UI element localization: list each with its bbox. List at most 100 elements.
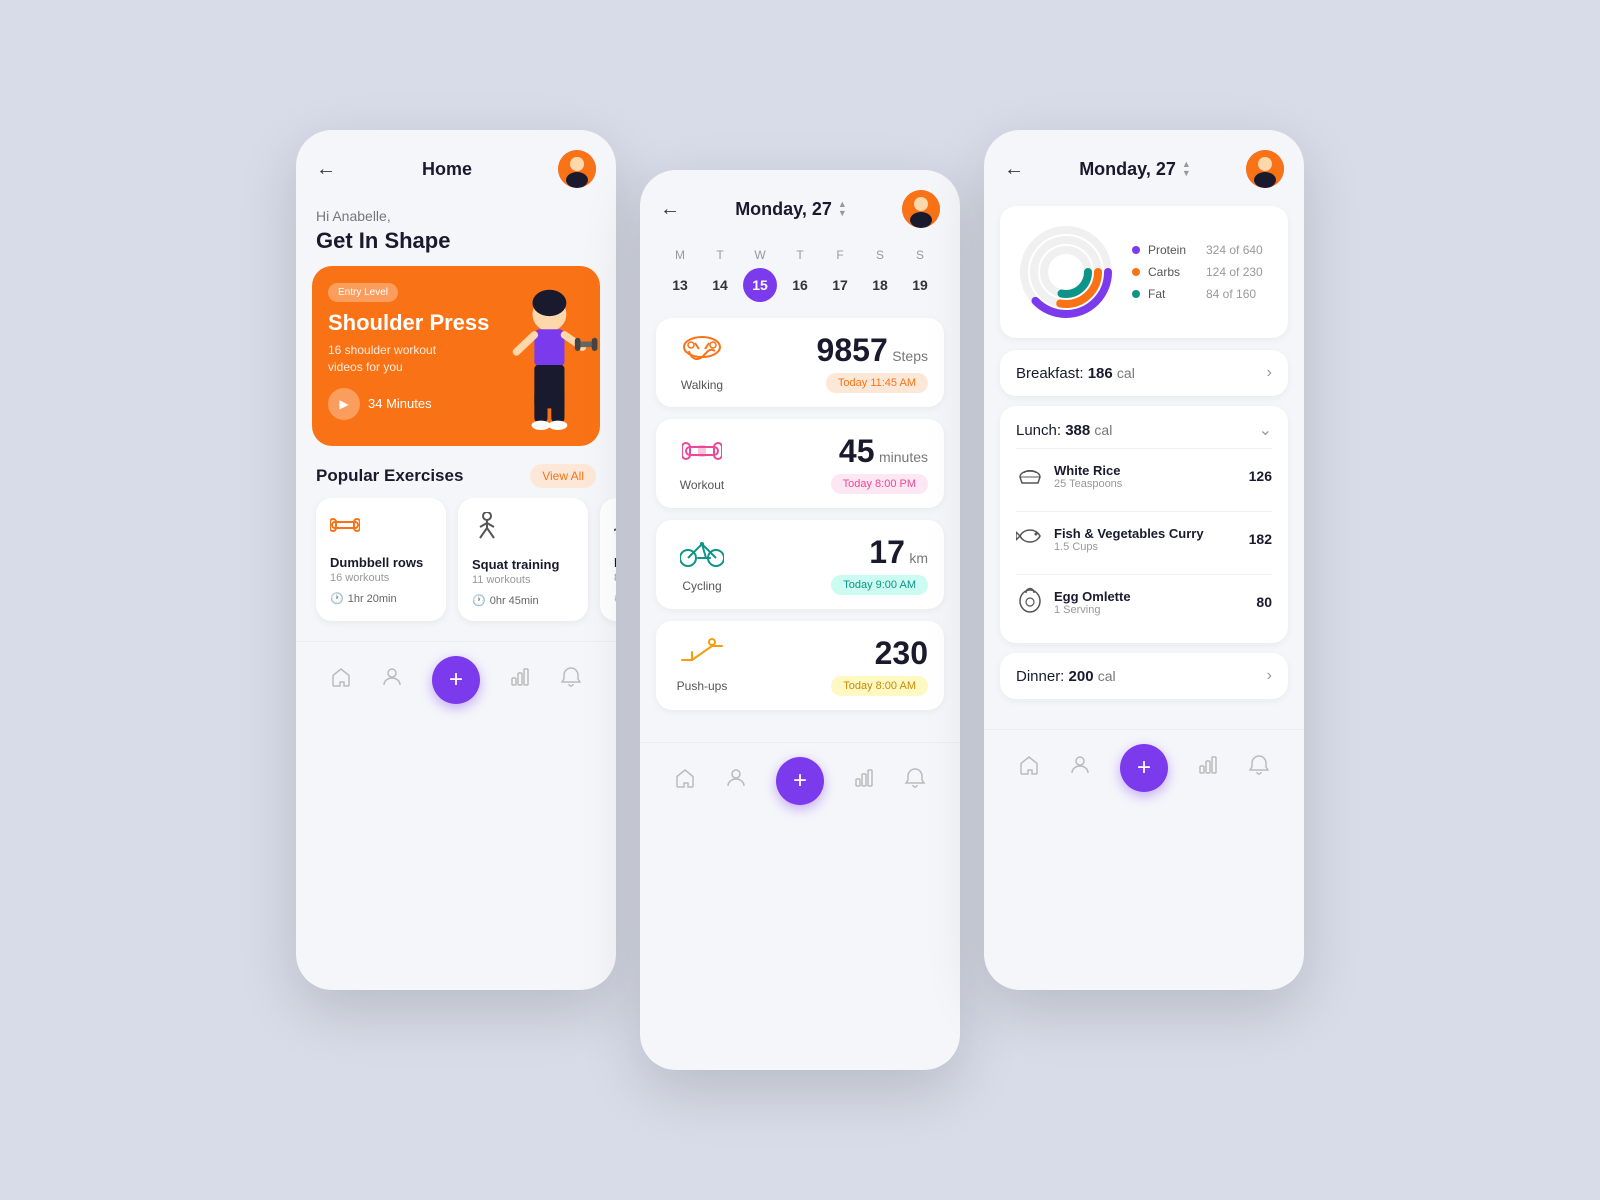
lunch-header: Lunch: 388 cal ⌄ bbox=[1016, 420, 1272, 440]
avatar-3[interactable] bbox=[1246, 150, 1284, 188]
plank-icon bbox=[614, 512, 616, 547]
workout-badge: Today 8:00 PM bbox=[831, 474, 928, 494]
pushups-badge: Today 8:00 AM bbox=[831, 676, 928, 696]
exercise-count-1: 11 workouts bbox=[472, 574, 574, 586]
avatar[interactable] bbox=[558, 150, 596, 188]
cycling-value: 17 bbox=[869, 534, 905, 570]
breakfast-section[interactable]: Breakfast: 186 cal › bbox=[1000, 350, 1288, 396]
dinner-header: Dinner: 200 cal › bbox=[1016, 667, 1272, 685]
activity-pushups[interactable]: Push-ups 230 Today 8:00 AM bbox=[656, 621, 944, 710]
fitness-figure bbox=[480, 286, 600, 446]
nav-profile-2-icon[interactable] bbox=[725, 767, 747, 795]
cal-day-1[interactable]: T 14 bbox=[703, 248, 737, 302]
view-all-button[interactable]: View All bbox=[530, 464, 596, 488]
cycling-icon bbox=[680, 536, 724, 575]
activity-left-cycling: Cycling bbox=[672, 536, 732, 593]
bottom-nav-1: + bbox=[296, 641, 616, 718]
nav-stats-2-icon[interactable] bbox=[853, 767, 875, 795]
activity-walking[interactable]: Walking 9857 Steps Today 11:45 AM bbox=[656, 318, 944, 407]
exercises-list: Dumbbell rows 16 workouts 🕐1hr 20min bbox=[296, 498, 616, 641]
walking-value: 9857 bbox=[817, 332, 888, 368]
cal-day-2[interactable]: W 15 bbox=[743, 248, 777, 302]
meal-item-rice[interactable]: White Rice 25 Teaspoons 126 bbox=[1016, 448, 1272, 503]
nav-home-icon[interactable] bbox=[330, 666, 352, 694]
egg-sub: 1 Serving bbox=[1054, 604, 1131, 616]
nav-add-2-button[interactable]: + bbox=[776, 757, 824, 805]
bottom-nav-3: + bbox=[984, 729, 1304, 806]
activity-left-workout: Workout bbox=[672, 435, 732, 492]
fish-cal: 182 bbox=[1249, 531, 1272, 547]
pushups-value: 230 bbox=[875, 635, 928, 671]
nav-add-3-button[interactable]: + bbox=[1120, 744, 1168, 792]
avatar-2[interactable] bbox=[902, 190, 940, 228]
activity-workout[interactable]: Workout 45 minutes Today 8:00 PM bbox=[656, 419, 944, 508]
breakfast-chevron-icon[interactable]: › bbox=[1267, 364, 1272, 382]
workout-label: Workout bbox=[680, 478, 724, 492]
lunch-section: Lunch: 388 cal ⌄ White Rice 25 Tea bbox=[1000, 406, 1288, 643]
nav-home-2-icon[interactable] bbox=[674, 767, 696, 795]
meal-item-egg[interactable]: Egg Omlette 1 Serving 80 bbox=[1016, 574, 1272, 629]
egg-info: Egg Omlette 1 Serving bbox=[1054, 589, 1131, 616]
nav-profile-3-icon[interactable] bbox=[1069, 754, 1091, 782]
nav-home-3-icon[interactable] bbox=[1018, 754, 1040, 782]
cal-day-5[interactable]: S 18 bbox=[863, 248, 897, 302]
carbs-value: 124 of 230 bbox=[1206, 265, 1263, 279]
lunch-chevron-icon[interactable]: ⌄ bbox=[1259, 420, 1272, 440]
play-button[interactable]: ▶ bbox=[328, 388, 360, 420]
walking-badge: Today 11:45 AM bbox=[826, 373, 928, 393]
nav-add-button[interactable]: + bbox=[432, 656, 480, 704]
lunch-title: Lunch: 388 cal bbox=[1016, 422, 1112, 439]
nav-stats-icon[interactable] bbox=[509, 666, 531, 694]
squat-icon bbox=[472, 512, 574, 549]
meal-item-fish[interactable]: Fish & Vegetables Curry 1.5 Cups 182 bbox=[1016, 511, 1272, 566]
activity-right-cycling: 17 km Today 9:00 AM bbox=[831, 534, 928, 595]
nav-stats-3-icon[interactable] bbox=[1197, 754, 1219, 782]
nav-profile-icon[interactable] bbox=[381, 666, 403, 694]
pushups-label: Push-ups bbox=[677, 679, 728, 693]
rice-sub: 25 Teaspoons bbox=[1054, 478, 1122, 490]
back-button-3[interactable]: ← bbox=[1004, 158, 1024, 181]
exercise-card-1[interactable]: Squat training 11 workouts 🕐0hr 45min bbox=[458, 498, 588, 621]
workout-icon bbox=[682, 435, 722, 474]
rice-info: White Rice 25 Teaspoons bbox=[1054, 463, 1122, 490]
back-button[interactable]: ← bbox=[316, 158, 336, 181]
hero-badge: Entry Level bbox=[328, 283, 398, 302]
date-header-3: Monday, 27 ▲▼ bbox=[1079, 159, 1191, 180]
phone-home: ← Home Hi Anabelle, Get In Shape Entry L… bbox=[296, 130, 616, 990]
phone1-header: ← Home bbox=[296, 130, 616, 198]
dinner-title: Dinner: 200 cal bbox=[1016, 668, 1116, 685]
cal-day-4[interactable]: F 17 bbox=[823, 248, 857, 302]
date-sort-3-icon[interactable]: ▲▼ bbox=[1182, 160, 1191, 178]
date-sort-icon[interactable]: ▲▼ bbox=[838, 200, 847, 218]
protein-value: 324 of 640 bbox=[1206, 243, 1263, 257]
cal-day-6[interactable]: S 19 bbox=[903, 248, 937, 302]
exercise-name-2: Plu... bbox=[614, 555, 616, 570]
protein-dot bbox=[1132, 246, 1140, 254]
legend-protein: Protein 324 of 640 bbox=[1132, 243, 1263, 257]
egg-left: Egg Omlette 1 Serving bbox=[1016, 585, 1131, 619]
walking-unit: Steps bbox=[892, 348, 928, 364]
dinner-section[interactable]: Dinner: 200 cal › bbox=[1000, 653, 1288, 699]
protein-label: Protein bbox=[1148, 243, 1198, 257]
phone-nutrition: ← Monday, 27 ▲▼ bbox=[984, 130, 1304, 990]
egg-cal: 80 bbox=[1256, 594, 1272, 610]
exercise-card-2[interactable]: Plu... 8 w... 🕐 bbox=[600, 498, 616, 621]
exercise-card-0[interactable]: Dumbbell rows 16 workouts 🕐1hr 20min bbox=[316, 498, 446, 621]
exercise-time-0: 🕐1hr 20min bbox=[330, 592, 432, 605]
legend-fat: Fat 84 of 160 bbox=[1132, 287, 1263, 301]
cal-day-3[interactable]: T 16 bbox=[783, 248, 817, 302]
activity-right-pushups: 230 Today 8:00 AM bbox=[831, 635, 928, 696]
hero-subtitle: 16 shoulder workout videos for you bbox=[328, 342, 468, 376]
popular-exercises-header: Popular Exercises View All bbox=[296, 446, 616, 498]
nav-bell-icon[interactable] bbox=[560, 666, 582, 694]
nutrition-ring-card: Protein 324 of 640 Carbs 124 of 230 Fat … bbox=[1000, 206, 1288, 338]
dinner-chevron-icon[interactable]: › bbox=[1267, 667, 1272, 685]
cal-day-0[interactable]: M 13 bbox=[663, 248, 697, 302]
nav-bell-2-icon[interactable] bbox=[904, 767, 926, 795]
activity-left-walking: Walking bbox=[672, 333, 732, 392]
workout-value: 45 bbox=[839, 433, 875, 469]
activity-cycling[interactable]: Cycling 17 km Today 9:00 AM bbox=[656, 520, 944, 609]
nutrition-legend: Protein 324 of 640 Carbs 124 of 230 Fat … bbox=[1132, 243, 1263, 301]
nav-bell-3-icon[interactable] bbox=[1248, 754, 1270, 782]
back-button-2[interactable]: ← bbox=[660, 198, 680, 221]
